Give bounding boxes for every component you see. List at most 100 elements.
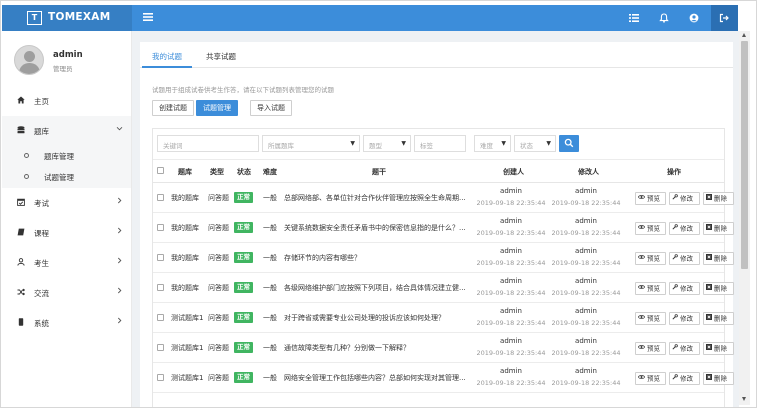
tab-shared-questions[interactable]: 共享试题 <box>196 42 246 68</box>
sidebar-item-question-bank[interactable]: 题库 <box>2 116 131 146</box>
logout-button[interactable] <box>711 5 738 31</box>
search-button[interactable] <box>559 135 579 152</box>
table-row[interactable]: 测试题库1 问答题 正常 一般 对于跨省或需要专业公司处理的投诉应该如何处理？ admin… <box>153 303 734 333</box>
sidebar-item-home[interactable]: 主页 <box>2 86 131 116</box>
row-checkbox[interactable] <box>157 344 164 351</box>
table-row[interactable]: 我的题库 问答题 正常 一般 各级网络维护部门应按照下列项目，结合具体情况建立健... a… <box>153 273 734 303</box>
content-panel: 我的试题 共享试题 试题用于组成试卷供考生作答，请在以下试题列表管理您的试题 创… <box>140 42 734 407</box>
difficulty-select[interactable]: 难度 ▼ <box>474 135 511 152</box>
cell-difficulty: 一般 <box>263 224 277 232</box>
cell-stem[interactable]: 对于跨省或需要专业公司处理的投诉应该如何处理？ <box>284 313 469 323</box>
cell-type: 问答题 <box>208 374 229 382</box>
cell-modifier: admin <box>575 307 597 315</box>
delete-button[interactable]: 删除 <box>703 192 734 205</box>
edit-button[interactable]: 修改 <box>669 372 700 385</box>
tab-bar: 我的试题 共享试题 <box>140 42 733 68</box>
scroll-down-arrow-icon[interactable] <box>742 397 746 401</box>
brand[interactable]: T TOMEXAM <box>2 5 132 31</box>
edit-button[interactable]: 修改 <box>669 192 700 205</box>
sidebar-item-label: 题库 <box>34 127 49 136</box>
import-question-button[interactable]: 导入试题 <box>250 100 292 116</box>
edit-button[interactable]: 修改 <box>669 312 700 325</box>
sidebar-item-course[interactable]: 课程 <box>2 218 131 248</box>
row-checkbox[interactable] <box>157 374 164 381</box>
caret-down-icon: ▼ <box>546 140 551 147</box>
edit-button[interactable]: 修改 <box>669 252 700 265</box>
sidebar-item-system[interactable]: 系统 <box>2 308 131 338</box>
table-row[interactable]: 我的题库 问答题 正常 一般 存储环节的内容有哪些？ admin 2019-09-18 22… <box>153 243 734 273</box>
edit-button[interactable]: 修改 <box>669 282 700 295</box>
preview-button[interactable]: 预览 <box>635 342 666 355</box>
type-select[interactable]: 题型 ▼ <box>363 135 411 152</box>
table-body: 我的题库 问答题 正常 一般 总部网络部、各单位针对合作伙伴管理应按照全生命周期... a… <box>153 183 734 393</box>
tag-input[interactable]: 标签 <box>414 135 466 152</box>
scrollbar-thumb[interactable] <box>741 41 748 269</box>
table-row[interactable]: 我的题库 问答题 正常 一般 总部网络部、各单位针对合作伙伴管理应按照全生命周期... a… <box>153 183 734 213</box>
cell-type: 问答题 <box>208 194 229 202</box>
preview-button[interactable]: 预览 <box>635 282 666 295</box>
scroll-up-arrow-icon[interactable] <box>742 33 746 37</box>
bell-icon[interactable] <box>659 13 671 24</box>
row-checkbox[interactable] <box>157 284 164 291</box>
cell-modified-time: 2019-09-18 22:35:44 <box>551 349 621 357</box>
edit-button[interactable]: 修改 <box>669 222 700 235</box>
eye-icon <box>637 223 646 234</box>
edit-button[interactable]: 修改 <box>669 342 700 355</box>
preview-button[interactable]: 预览 <box>635 192 666 205</box>
cell-stem[interactable]: 网络安全管理工作包括哪些内容？总部如何实现对其管理... <box>284 373 469 383</box>
delete-button[interactable]: 删除 <box>703 282 734 295</box>
column-header: 修改人 <box>578 168 599 176</box>
row-checkbox[interactable] <box>157 254 164 261</box>
preview-button[interactable]: 预览 <box>635 372 666 385</box>
sidebar-subitem-question-manage[interactable]: 试题管理 <box>2 167 131 188</box>
avatar[interactable] <box>14 45 44 75</box>
table-row[interactable]: 测试题库1 问答题 正常 一般 通信故障类型有几种？分别做一下解释？ admin 2019-… <box>153 333 734 363</box>
difficulty-select-value: 难度 <box>480 142 493 150</box>
delete-button[interactable]: 删除 <box>703 252 734 265</box>
cell-bank: 测试题库1 <box>171 314 204 322</box>
cell-type: 问答题 <box>208 224 229 232</box>
cell-stem[interactable]: 各级网络维护部门应按照下列项目，结合具体情况建立健... <box>284 283 469 293</box>
preview-button[interactable]: 预览 <box>635 222 666 235</box>
close-box-icon <box>706 313 712 324</box>
preview-button[interactable]: 预览 <box>635 312 666 325</box>
book-icon <box>17 228 25 236</box>
table-row[interactable]: 我的题库 问答题 正常 一般 关键系统数据安全责任矛盾书中的保密信息指的是什么？... a… <box>153 213 734 243</box>
column-header: 创建人 <box>503 168 524 176</box>
cell-stem[interactable]: 关键系统数据安全责任矛盾书中的保密信息指的是什么？... <box>284 223 469 233</box>
sidebar-item-label: 考试 <box>34 199 49 208</box>
select-all-checkbox[interactable] <box>157 167 164 174</box>
list-icon[interactable] <box>629 13 641 24</box>
row-checkbox[interactable] <box>157 314 164 321</box>
keyword-input[interactable]: 关键词 <box>157 135 259 152</box>
row-checkbox[interactable] <box>157 224 164 231</box>
cell-difficulty: 一般 <box>263 284 277 292</box>
bank-select[interactable]: 所属题库 ▼ <box>262 135 360 152</box>
delete-button[interactable]: 删除 <box>703 222 734 235</box>
delete-button[interactable]: 删除 <box>703 342 734 355</box>
wrench-icon <box>672 313 678 324</box>
delete-button[interactable]: 删除 <box>703 372 734 385</box>
sidebar-item-examinee[interactable]: 考生 <box>2 248 131 278</box>
tab-my-questions[interactable]: 我的试题 <box>142 42 192 68</box>
cell-stem[interactable]: 总部网络部、各单位针对合作伙伴管理应按照全生命周期... <box>284 193 469 203</box>
user-outline-icon <box>17 258 25 266</box>
cell-bank: 我的题库 <box>171 284 199 292</box>
column-header: 状态 <box>237 168 251 176</box>
table-row[interactable]: 测试题库1 问答题 正常 一般 网络安全管理工作包括哪些内容？总部如何实现对其管理...… <box>153 363 734 393</box>
sidebar-item-exam[interactable]: 考试 <box>2 188 131 218</box>
status-select[interactable]: 状态 ▼ <box>514 135 556 152</box>
sidebar-subitem-bank-manage[interactable]: 题库管理 <box>2 146 131 167</box>
preview-button[interactable]: 预览 <box>635 252 666 265</box>
create-question-button[interactable]: 创建试题 <box>152 100 194 116</box>
delete-button[interactable]: 删除 <box>703 312 734 325</box>
page-scrollbar[interactable] <box>739 31 750 405</box>
cell-stem[interactable]: 存储环节的内容有哪些？ <box>284 253 469 263</box>
menu-icon[interactable] <box>143 12 153 24</box>
question-manage-button[interactable]: 试题管理 <box>196 100 238 116</box>
sidebar-item-communication[interactable]: 交流 <box>2 278 131 308</box>
user-icon[interactable] <box>689 13 701 24</box>
sidebar: admin 管理员 主页 题库 题库管理 试题管理 考试 课程 考生 交流 系统 <box>2 31 132 407</box>
row-checkbox[interactable] <box>157 194 164 201</box>
cell-stem[interactable]: 通信故障类型有几种？分别做一下解释？ <box>284 343 469 353</box>
